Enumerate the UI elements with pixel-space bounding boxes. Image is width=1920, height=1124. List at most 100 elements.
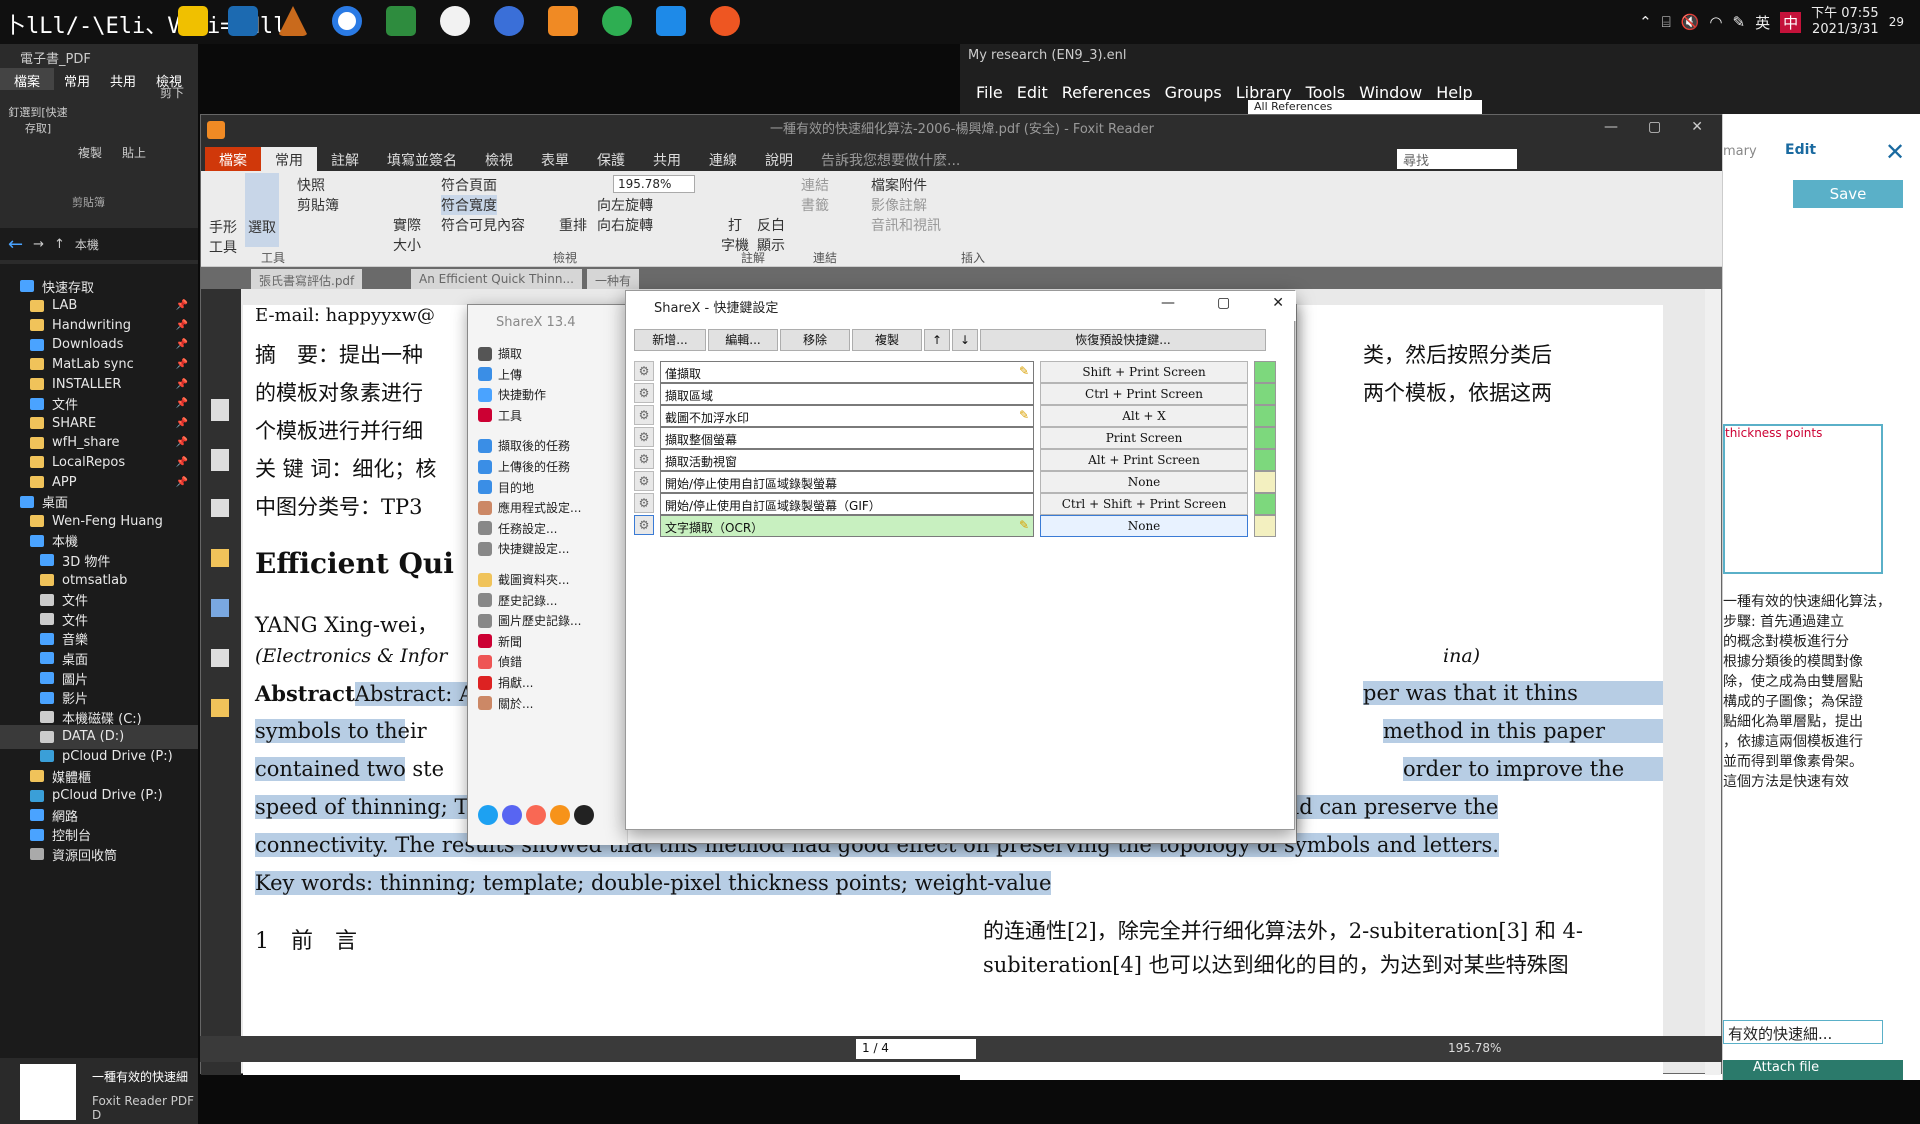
- doc-tab-1[interactable]: 張氏書寫評估.pdf: [251, 269, 363, 289]
- attach-file-button[interactable]: Attach file: [1723, 1060, 1903, 1080]
- clock[interactable]: 下午 07:55 2021/3/31: [1811, 6, 1879, 38]
- gear-icon[interactable]: ⚙: [634, 361, 654, 381]
- sharex-menu-item[interactable]: 圖片歷史記錄...: [478, 612, 581, 629]
- gear-icon[interactable]: ⚙: [634, 427, 654, 447]
- pin-icon[interactable]: 📌: [176, 457, 188, 468]
- image-annotation-button[interactable]: 影像註解: [871, 195, 927, 215]
- find-input[interactable]: 尋找: [1397, 149, 1517, 169]
- reflow-button[interactable]: 重排: [559, 215, 587, 235]
- pdf-scrollbar[interactable]: [1705, 289, 1721, 1075]
- tab-help[interactable]: 說明: [751, 147, 807, 171]
- hotkey-key-field[interactable]: Alt + X: [1040, 405, 1248, 427]
- doc-tab-3[interactable]: 一种有: [587, 269, 640, 289]
- hotkey-task-name[interactable]: 擷取活動視窗: [660, 449, 1034, 471]
- hotkey-row[interactable]: ⚙ 文字擷取（OCR） ✎ None: [634, 515, 1276, 537]
- sharex-icon[interactable]: [656, 6, 686, 36]
- maximize-icon[interactable]: ▢: [1648, 119, 1661, 135]
- hotkey-toolbar-button[interactable]: 編輯...: [708, 329, 778, 351]
- close-panel-icon[interactable]: ✕: [1885, 138, 1905, 166]
- rotate-right-button[interactable]: 向右旋轉: [597, 215, 653, 235]
- sharex-menu-item[interactable]: 任務設定...: [478, 520, 557, 537]
- address-bar[interactable]: 本機: [75, 236, 99, 253]
- pin-quick-access-button[interactable]: 釘選到[快速存取]: [8, 104, 68, 136]
- messenger-icon[interactable]: [494, 6, 524, 36]
- tab-form[interactable]: 表單: [527, 147, 583, 171]
- volume-icon[interactable]: 🔇: [1681, 13, 1700, 31]
- snapshot-button[interactable]: 快照: [297, 175, 325, 195]
- hotkey-toolbar-button[interactable]: ↓: [952, 329, 978, 351]
- hand-tool-button[interactable]: 手形 工具: [209, 217, 237, 257]
- taskbar-thumbnail[interactable]: 一種有效的快速細 Foxit Reader PDF D: [0, 1058, 198, 1124]
- reference-dropdown[interactable]: 有效的快速細...: [1723, 1020, 1883, 1044]
- edit-tab[interactable]: Edit: [1785, 142, 1816, 158]
- explorer-tab-file[interactable]: 檔案: [0, 68, 55, 90]
- sharex-menu-item[interactable]: 目的地: [478, 479, 534, 496]
- tell-me-search[interactable]: 告訴我您想要做什麼...: [807, 147, 974, 171]
- pages-icon[interactable]: [211, 399, 229, 421]
- ime-indicator[interactable]: 英: [1755, 12, 1770, 33]
- hotkey-task-name[interactable]: 開始/停止使用自訂區域錄製螢幕（GIF）: [660, 493, 1034, 515]
- link-button[interactable]: 連結: [801, 175, 829, 195]
- firefox-icon[interactable]: [710, 6, 740, 36]
- hotkey-task-name[interactable]: 擷取整個螢幕: [660, 427, 1034, 449]
- hotkey-toolbar-button[interactable]: 新增...: [634, 329, 706, 351]
- fit-visible-button[interactable]: 符合可見內容: [441, 215, 525, 235]
- sharex-menu-item[interactable]: 捐獻...: [478, 674, 533, 691]
- menu-help[interactable]: Help: [1436, 83, 1472, 102]
- menu-references[interactable]: References: [1062, 83, 1151, 102]
- page-number-input[interactable]: 1 / 4: [856, 1039, 976, 1059]
- hotkey-key-field[interactable]: Print Screen: [1040, 427, 1248, 449]
- ime-icon[interactable]: 中: [1780, 11, 1802, 33]
- pin-icon[interactable]: 📌: [176, 398, 188, 409]
- hk-maximize-icon[interactable]: ▢: [1217, 295, 1230, 311]
- menu-tools[interactable]: Tools: [1306, 83, 1345, 102]
- lock-icon[interactable]: [211, 699, 229, 717]
- comments-icon[interactable]: [211, 549, 229, 567]
- hotkey-row[interactable]: ⚙ 擷取活動視窗 Alt + Print Screen: [634, 449, 1276, 471]
- save-button[interactable]: Save: [1793, 180, 1903, 208]
- pin-icon[interactable]: 📌: [176, 418, 188, 429]
- hotkey-key-field[interactable]: None: [1040, 515, 1248, 537]
- hotkey-task-name[interactable]: 擷取區域: [660, 383, 1034, 405]
- sync-icon[interactable]: [602, 6, 632, 36]
- tab-connect[interactable]: 連線: [695, 147, 751, 171]
- tab-home[interactable]: 常用: [261, 147, 317, 171]
- notification-badge[interactable]: 29: [1889, 15, 1904, 29]
- gear-icon[interactable]: ⚙: [634, 471, 654, 491]
- hotkey-task-name[interactable]: 截圖不加浮水印 ✎: [660, 405, 1034, 427]
- hotkey-toolbar-button[interactable]: 恢復預設快捷鍵...: [980, 329, 1266, 351]
- pin-icon[interactable]: 📌: [176, 359, 188, 370]
- tab-protect[interactable]: 保護: [583, 147, 639, 171]
- hotkey-row[interactable]: ⚙ 僅擷取 ✎ Shift + Print Screen: [634, 361, 1276, 383]
- explorer-tab-home[interactable]: 常用: [54, 68, 100, 90]
- en-icon[interactable]: [440, 6, 470, 36]
- gear-icon[interactable]: ⚙: [634, 383, 654, 403]
- minimize-icon[interactable]: —: [1604, 119, 1618, 135]
- twitter-icon[interactable]: [478, 805, 498, 825]
- hotkey-key-field[interactable]: None: [1040, 471, 1248, 493]
- sharex-menu-item[interactable]: 歷史記錄...: [478, 592, 557, 609]
- sharex-menu-item[interactable]: 擷取後的任務: [478, 437, 570, 454]
- foxit-icon[interactable]: [548, 6, 578, 36]
- copy-button[interactable]: 複製: [78, 144, 102, 161]
- fit-width-button[interactable]: 符合寬度: [441, 195, 497, 215]
- signature-icon[interactable]: [211, 649, 229, 667]
- pin-icon[interactable]: 📌: [176, 379, 188, 390]
- tab-comment[interactable]: 註解: [317, 147, 373, 171]
- hotkey-task-name[interactable]: 開始/停止使用自訂區域錄製螢幕: [660, 471, 1034, 493]
- chrome-icon[interactable]: [332, 6, 362, 36]
- hotkey-key-field[interactable]: Ctrl + Print Screen: [1040, 383, 1248, 405]
- menu-file[interactable]: File: [976, 83, 1003, 102]
- select-tool-button[interactable]: 選取: [245, 173, 279, 247]
- sharex-menu-item[interactable]: 新聞: [478, 633, 522, 650]
- tab-share[interactable]: 共用: [639, 147, 695, 171]
- sharex-menu-item[interactable]: 上傳後的任務: [478, 458, 570, 475]
- bitcoin-icon[interactable]: [550, 805, 570, 825]
- pen-icon[interactable]: ✎: [1733, 13, 1746, 31]
- explorer-tab-share[interactable]: 共用: [100, 68, 146, 90]
- sharex-menu-item[interactable]: 快捷動作: [478, 386, 546, 403]
- gear-icon[interactable]: ⚙: [634, 449, 654, 469]
- hk-close-icon[interactable]: ✕: [1272, 295, 1284, 311]
- hotkey-toolbar-button[interactable]: 複製: [852, 329, 922, 351]
- paste-button[interactable]: 貼上: [122, 144, 146, 161]
